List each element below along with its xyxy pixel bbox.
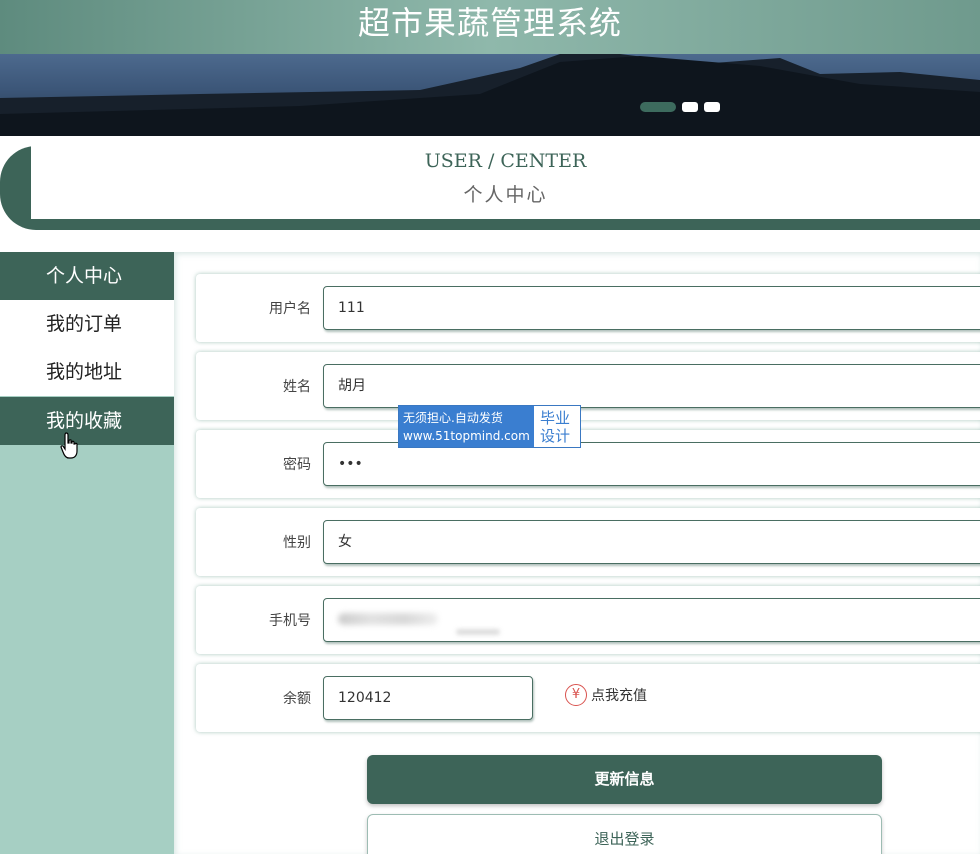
watermark-line-1: 无须担心.自动发货 — [403, 411, 503, 425]
update-info-button[interactable]: 更新信息 — [367, 755, 882, 804]
sidebar: 个人中心 我的订单 我的地址 我的收藏 — [0, 252, 174, 854]
carousel-indicators — [640, 102, 720, 112]
name-input[interactable]: 胡月 — [323, 364, 980, 408]
phone-label: 手机号 — [269, 613, 311, 629]
logout-button[interactable]: 退出登录 — [367, 814, 882, 854]
watermark-line-2: www.51topmind.com — [403, 429, 530, 443]
balance-input[interactable]: 120412 — [323, 676, 533, 720]
phone-input[interactable] — [323, 598, 980, 642]
password-input[interactable]: ••• — [323, 442, 980, 486]
app-title: 超市果蔬管理系统 — [357, 4, 622, 42]
username-input[interactable]: 111 — [323, 286, 980, 330]
hand-cursor-icon — [60, 432, 78, 459]
recharge-link[interactable]: ¥ 点我充值 — [565, 684, 647, 706]
carousel-dot-1[interactable] — [640, 102, 676, 112]
watermark-right-2: 设计 — [540, 427, 571, 445]
watermark-right-1: 毕业 — [540, 409, 571, 427]
form-row-username: 用户名 111 — [196, 274, 980, 342]
user-center-title-cn: 个人中心 — [463, 184, 548, 206]
carousel-dot-3[interactable] — [704, 102, 720, 112]
sidebar-item-address[interactable]: 我的地址 — [0, 348, 174, 396]
username-label: 用户名 — [269, 301, 311, 317]
yen-icon: ¥ — [565, 684, 587, 706]
watermark-right: 毕业 设计 — [534, 406, 580, 447]
form-row-gender: 性别 女 — [196, 508, 980, 576]
balance-label: 余额 — [283, 691, 311, 707]
gender-input[interactable]: 女 — [323, 520, 980, 564]
user-center-title-en: USER / CENTER — [424, 150, 587, 172]
recharge-label: 点我充值 — [591, 688, 647, 704]
banner-landscape — [0, 54, 980, 136]
sidebar-item-profile[interactable]: 个人中心 — [0, 252, 174, 300]
banner-carousel — [0, 54, 980, 136]
form-row-name: 姓名 胡月 — [196, 352, 980, 420]
watermark-left: 无须担心.自动发货 www.51topmind.com — [399, 406, 534, 447]
gender-label: 性别 — [283, 535, 311, 551]
form-row-password: 密码 ••• — [196, 430, 980, 498]
top-header: 超市果蔬管理系统 — [0, 0, 980, 54]
profile-form: 用户名 111 姓名 胡月 密码 ••• 性别 女 手机号 余额 120412 … — [174, 252, 980, 854]
user-center-header: USER / CENTER 个人中心 — [31, 136, 980, 219]
password-label: 密码 — [283, 457, 311, 473]
sidebar-item-orders[interactable]: 我的订单 — [0, 300, 174, 348]
carousel-dot-2[interactable] — [682, 102, 698, 112]
blurred-phone-mark — [456, 629, 500, 635]
form-row-phone: 手机号 — [196, 586, 980, 654]
blurred-phone-number — [338, 613, 438, 625]
name-label: 姓名 — [283, 379, 311, 395]
sidebar-item-favorites[interactable]: 我的收藏 — [0, 397, 174, 445]
form-row-balance: 余额 120412 ¥ 点我充值 — [196, 664, 980, 732]
watermark-overlay: 无须担心.自动发货 www.51topmind.com 毕业 设计 — [398, 405, 581, 448]
